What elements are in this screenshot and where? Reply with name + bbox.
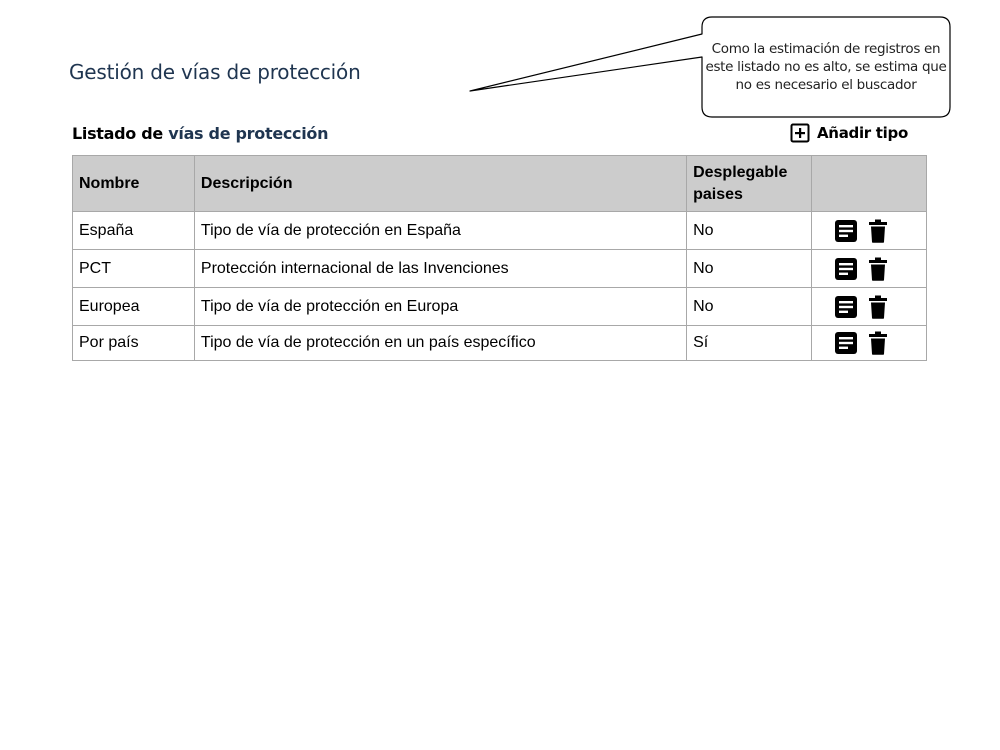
document-icon[interactable]: [834, 331, 858, 355]
cell-dropdown: No: [686, 287, 813, 326]
list-heading-prefix: Listado de: [72, 124, 169, 143]
cell-description: Tipo de vía de protección en Europa: [193, 287, 688, 326]
table-row: España Tipo de vía de protección en Espa…: [72, 211, 927, 250]
page-title: Gestión de vías de protección: [69, 60, 361, 84]
table-row: Por país Tipo de vía de protección en un…: [72, 325, 927, 361]
table-header-row: Nombre Descripción Desplegable paises: [72, 155, 927, 212]
callout-bubble: [469, 16, 951, 118]
cell-name: PCT: [72, 249, 195, 288]
cell-name: España: [72, 211, 195, 250]
column-header-description: Descripción: [193, 155, 688, 212]
cell-description: Tipo de vía de protección en España: [193, 211, 688, 250]
protection-types-table: Nombre Descripción Desplegable paises Es…: [72, 155, 927, 361]
add-box-icon: [790, 123, 810, 143]
trash-icon[interactable]: [868, 257, 888, 281]
cell-name: Europea: [72, 287, 195, 326]
table-row: PCT Protección internacional de las Inve…: [72, 249, 927, 288]
add-type-label: Añadir tipo: [817, 124, 908, 142]
column-header-name: Nombre: [72, 155, 195, 212]
column-header-dropdown: Desplegable paises: [686, 155, 813, 212]
trash-icon[interactable]: [868, 219, 888, 243]
cell-actions: [811, 249, 927, 288]
document-icon[interactable]: [834, 295, 858, 319]
trash-icon[interactable]: [868, 331, 888, 355]
cell-name: Por país: [72, 325, 195, 361]
trash-icon[interactable]: [868, 295, 888, 319]
column-header-actions: [811, 155, 927, 212]
cell-actions: [811, 211, 927, 250]
document-icon[interactable]: [834, 257, 858, 281]
cell-actions: [811, 325, 927, 361]
cell-dropdown: No: [686, 249, 813, 288]
cell-actions: [811, 287, 927, 326]
cell-description: Protección internacional de las Invencio…: [193, 249, 688, 288]
callout-text: Como la estimación de registros en este …: [705, 41, 947, 93]
cell-description: Tipo de vía de protección en un país esp…: [193, 325, 688, 361]
list-heading: Listado de vías de protección: [72, 124, 329, 143]
add-type-button[interactable]: Añadir tipo: [790, 122, 908, 144]
list-heading-accent: vías de protección: [168, 124, 329, 143]
cell-dropdown: Sí: [686, 325, 813, 361]
document-icon[interactable]: [834, 219, 858, 243]
table-row: Europea Tipo de vía de protección en Eur…: [72, 287, 927, 326]
cell-dropdown: No: [686, 211, 813, 250]
